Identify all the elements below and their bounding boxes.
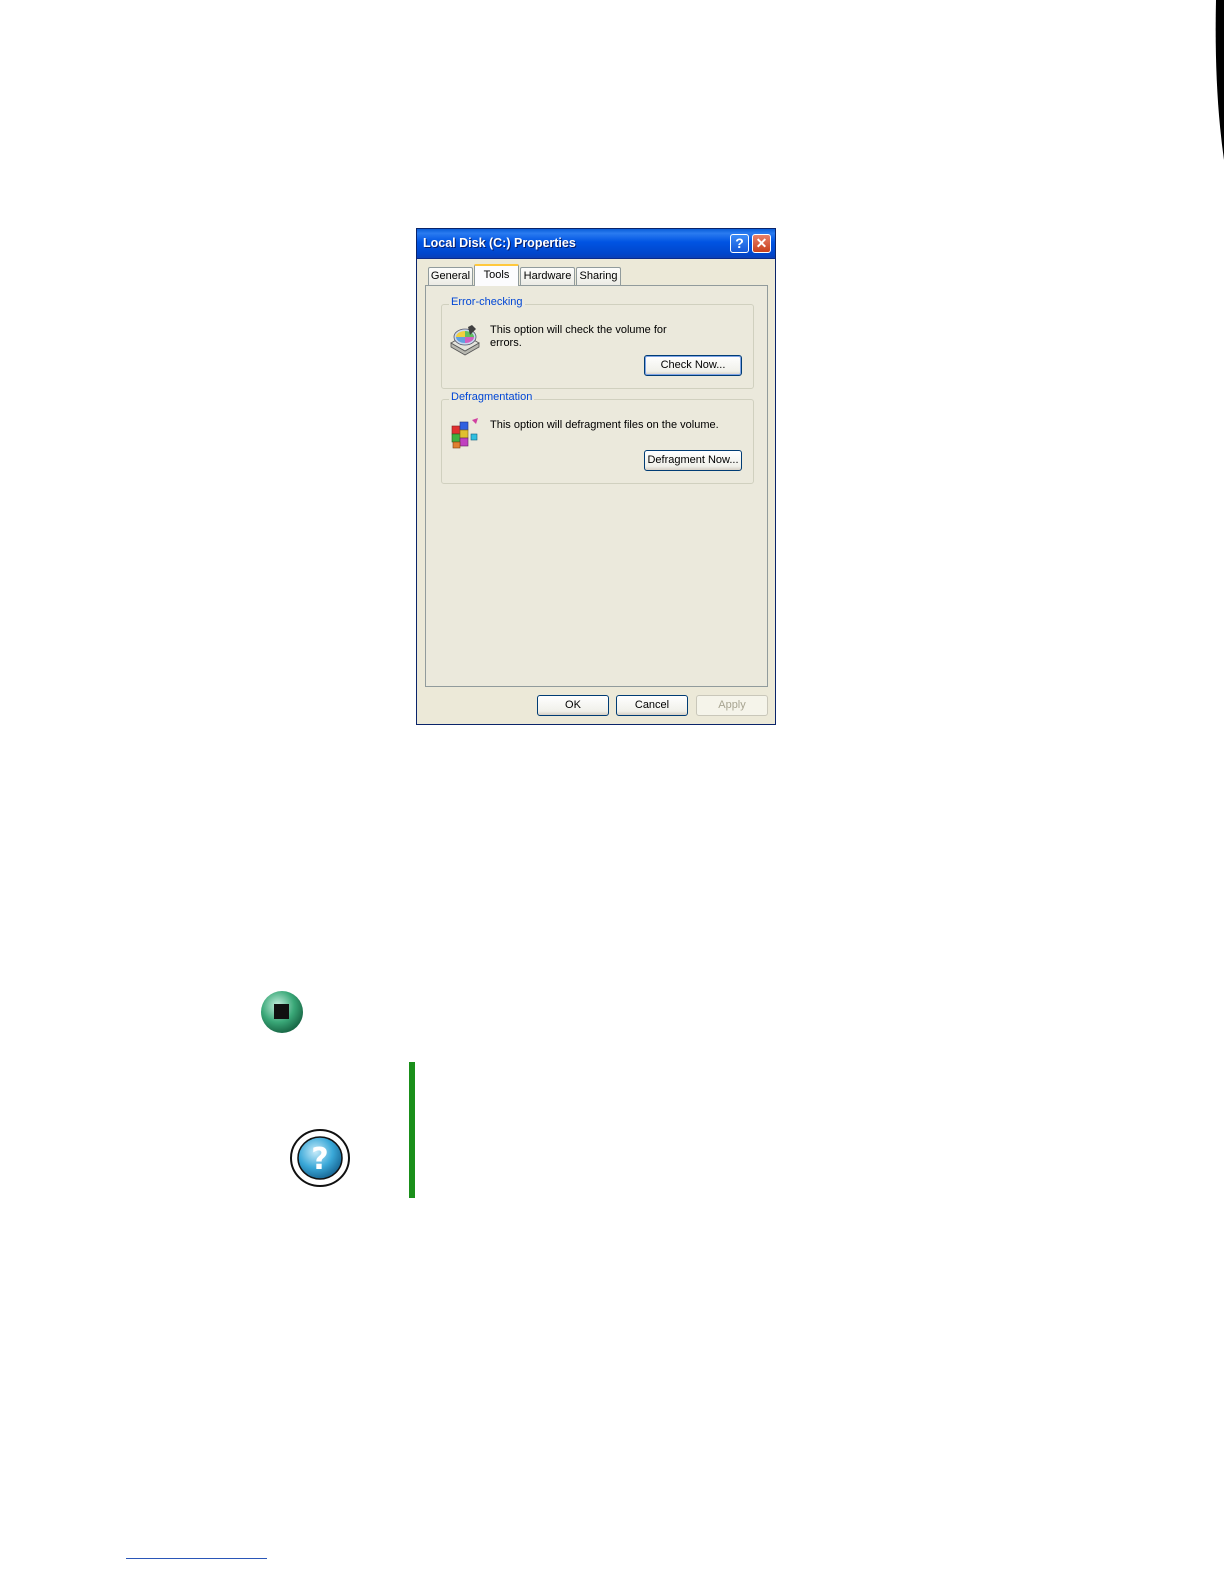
error-checking-title: Error-checking — [449, 296, 525, 308]
svg-text:?: ? — [311, 1142, 328, 1177]
cancel-button[interactable]: Cancel — [616, 695, 688, 716]
tab-sharing[interactable]: Sharing — [576, 267, 621, 285]
disk-check-icon — [450, 325, 480, 356]
tip-rule — [409, 1062, 415, 1198]
dialog-title: Local Disk (C:) Properties — [423, 236, 576, 250]
ok-button[interactable]: OK — [537, 695, 609, 716]
defragmentation-group: Defragmentation This option will defragm… — [441, 391, 754, 484]
error-checking-text-line1: This option will check the volume for — [490, 324, 667, 336]
page-edge-decoration — [1215, 0, 1224, 160]
question-mark-icon: ? — [735, 235, 744, 251]
properties-dialog: Local Disk (C:) Properties ? ✕ General T… — [416, 228, 776, 725]
tab-hardware[interactable]: Hardware — [520, 267, 575, 285]
defragmentation-description: This option will defragment files on the… — [490, 419, 719, 431]
defragment-icon — [451, 418, 478, 449]
close-button[interactable]: ✕ — [752, 234, 771, 253]
error-checking-group: Error-checking This option will check th… — [441, 296, 754, 389]
error-checking-text-line2: errors. — [490, 337, 522, 349]
help-button[interactable]: ? — [730, 234, 749, 253]
defragmentation-title: Defragmentation — [449, 391, 535, 403]
apply-button[interactable]: Apply — [696, 695, 768, 716]
help-icon: ? — [290, 1129, 350, 1187]
title-bar[interactable]: Local Disk (C:) Properties ? ✕ — [417, 229, 775, 259]
tab-tools[interactable]: Tools — [474, 264, 519, 286]
tools-tab-panel: Error-checking This option will check th… — [425, 285, 768, 687]
tab-general[interactable]: General — [428, 267, 473, 285]
error-checking-description: This option will check the volume for er… — [490, 324, 667, 350]
close-icon: ✕ — [755, 235, 768, 251]
stop-icon — [261, 991, 303, 1033]
footer-rule — [126, 1558, 267, 1559]
defragment-now-button[interactable]: Defragment Now... — [644, 450, 742, 471]
check-now-button[interactable]: Check Now... — [644, 355, 742, 376]
